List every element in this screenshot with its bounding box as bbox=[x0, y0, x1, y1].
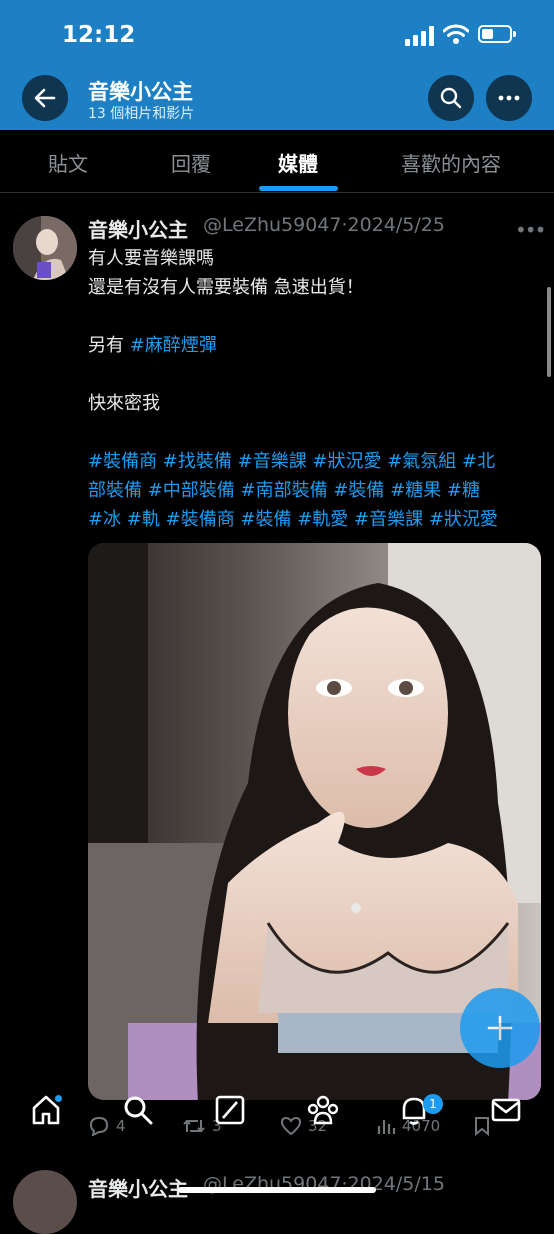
compose-button[interactable] bbox=[460, 988, 540, 1068]
post-text-line bbox=[88, 302, 548, 331]
post-text-span: 另有 bbox=[88, 335, 130, 356]
more-horizontal-icon bbox=[498, 95, 520, 101]
cellular-signal-icon bbox=[405, 26, 434, 46]
tab-replies[interactable]: 回覆 bbox=[171, 148, 211, 177]
next-post-avatar[interactable] bbox=[13, 1170, 77, 1234]
post-text-line: 有人要音樂課嗎 bbox=[88, 244, 548, 273]
post-text-line: 快來密我 bbox=[88, 389, 548, 418]
next-post-author-name[interactable]: 音樂小公主 bbox=[88, 1173, 188, 1202]
tab-posts[interactable]: 貼文 bbox=[48, 148, 88, 177]
media-count: 13 個相片和影片 bbox=[88, 106, 195, 122]
communities-icon[interactable] bbox=[306, 1094, 340, 1126]
post-text-span: 還是有沒有人需要裝備 急速出貨！ bbox=[88, 277, 364, 298]
bottom-navigation bbox=[0, 1080, 554, 1160]
active-tab-indicator bbox=[259, 186, 338, 191]
post-text-line: #裝備商 #找裝備 #音樂課 #狀況愛 #氣氛組 #北 bbox=[88, 447, 548, 476]
post-text-line bbox=[88, 360, 548, 389]
search-icon bbox=[440, 87, 462, 109]
post-text-line: #冰 #軌 #裝備商 #裝備 #軌愛 #音樂課 #狀況愛 bbox=[88, 505, 548, 534]
post-text-line: 另有 #麻醉煙彈 bbox=[88, 331, 548, 360]
plus-icon bbox=[487, 1015, 513, 1041]
tab-likes[interactable]: 喜歡的內容 bbox=[401, 148, 501, 177]
post-handle-date[interactable]: @LeZhu59047·2024/5/25 bbox=[203, 214, 445, 236]
tab-media[interactable]: 媒體 bbox=[278, 148, 318, 177]
post-text-line bbox=[88, 418, 548, 447]
wifi-icon bbox=[443, 24, 469, 44]
post-text-span: 有人要音樂課嗎 bbox=[88, 248, 214, 269]
profile-header: 12:12 音樂小公主 13 個相片和影片 bbox=[0, 0, 554, 130]
hashtag-link[interactable]: #裝備商 #找裝備 #音樂課 #狀況愛 #氣氛組 #北 bbox=[88, 451, 495, 472]
profile-name: 音樂小公主 bbox=[88, 80, 193, 104]
notifications-badge: 1 bbox=[423, 1094, 443, 1114]
arrow-left-icon bbox=[34, 88, 56, 108]
home-unread-dot bbox=[55, 1095, 62, 1102]
post-text-line: 還是有沒有人需要裝備 急速出貨！ bbox=[88, 273, 548, 302]
post-text: 有人要音樂課嗎還是有沒有人需要裝備 急速出貨！ 另有 #麻醉煙彈快來密我 #裝備商 … bbox=[88, 244, 548, 534]
messages-icon[interactable] bbox=[490, 1094, 522, 1126]
more-button[interactable] bbox=[486, 75, 532, 121]
post-more-icon[interactable]: ••• bbox=[515, 218, 546, 242]
post-text-span: 快來密我 bbox=[88, 393, 160, 414]
post-author-name[interactable]: 音樂小公主 bbox=[88, 214, 188, 243]
battery-icon bbox=[478, 25, 516, 43]
back-button[interactable] bbox=[22, 75, 68, 121]
status-time: 12:12 bbox=[62, 22, 136, 48]
hashtag-link[interactable]: 部裝備 #中部裝備 #南部裝備 #裝備 #糖果 #糖 bbox=[88, 480, 480, 501]
search-icon[interactable] bbox=[122, 1094, 154, 1126]
hashtag-link[interactable]: #麻醉煙彈 bbox=[130, 335, 217, 356]
scrollbar[interactable] bbox=[547, 287, 551, 377]
profile-tabs: 貼文 回覆 媒體 喜歡的內容 bbox=[0, 130, 554, 193]
post-text-line: 部裝備 #中部裝備 #南部裝備 #裝備 #糖果 #糖 bbox=[88, 476, 548, 505]
grok-icon[interactable] bbox=[214, 1094, 246, 1126]
home-indicator bbox=[178, 1187, 376, 1193]
search-button[interactable] bbox=[428, 75, 474, 121]
hashtag-link[interactable]: #冰 #軌 #裝備商 #裝備 #軌愛 #音樂課 #狀況愛 bbox=[88, 509, 498, 530]
avatar[interactable] bbox=[13, 216, 77, 280]
